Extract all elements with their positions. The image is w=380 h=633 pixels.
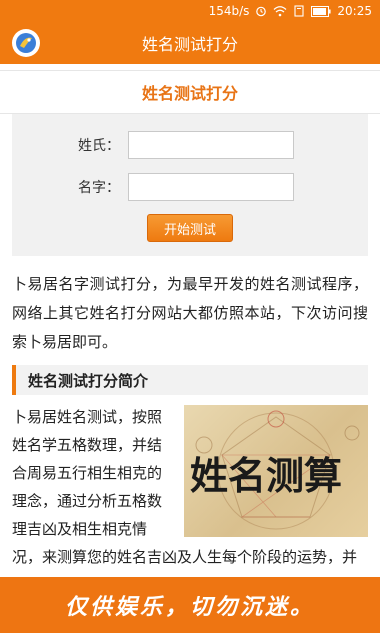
- alarm-icon: [255, 5, 267, 17]
- status-bar: 154b/s 20:25: [0, 0, 380, 22]
- image-caption: 姓名测算: [190, 453, 342, 498]
- start-test-button[interactable]: 开始测试: [147, 214, 233, 242]
- section-heading: 姓名测试打分简介: [12, 365, 368, 395]
- given-name-input[interactable]: [128, 173, 294, 201]
- wifi-icon: [273, 5, 287, 17]
- clock-time: 20:25: [337, 4, 372, 18]
- main-content: 姓名测试打分 姓氏： 名字： 开始测试 卜易居名字测试打分，为最早开发的姓名测试…: [0, 64, 380, 577]
- card-title: 姓名测试打分: [0, 70, 380, 114]
- disclaimer-banner: 仅供娱乐，切勿沉迷。: [0, 577, 380, 633]
- name-test-form: 姓氏： 名字： 开始测试: [12, 114, 368, 256]
- surname-label: 姓氏：: [78, 138, 120, 154]
- given-name-row: 名字：: [12, 168, 368, 206]
- app-logo-icon[interactable]: [12, 29, 40, 57]
- given-name-label: 名字：: [78, 180, 120, 196]
- name-calculation-image: 姓名测算: [184, 405, 368, 537]
- network-speed: 154b/s: [208, 4, 250, 18]
- surname-row: 姓氏：: [12, 126, 368, 164]
- battery-icon: [311, 5, 332, 17]
- app-bar: 姓名测试打分: [0, 22, 380, 64]
- article: 姓名测算 卜易居姓名测试，按照姓名学五格数理，并结合周易五行相生相克的理念，通过…: [0, 395, 380, 577]
- intro-text: 卜易居名字测试打分，为最早开发的姓名测试程序，网络上其它姓名打分网站大都仿照本站…: [12, 275, 368, 351]
- surname-input[interactable]: [128, 131, 294, 159]
- sim-icon: [293, 5, 305, 17]
- app-title: 姓名测试打分: [141, 35, 238, 54]
